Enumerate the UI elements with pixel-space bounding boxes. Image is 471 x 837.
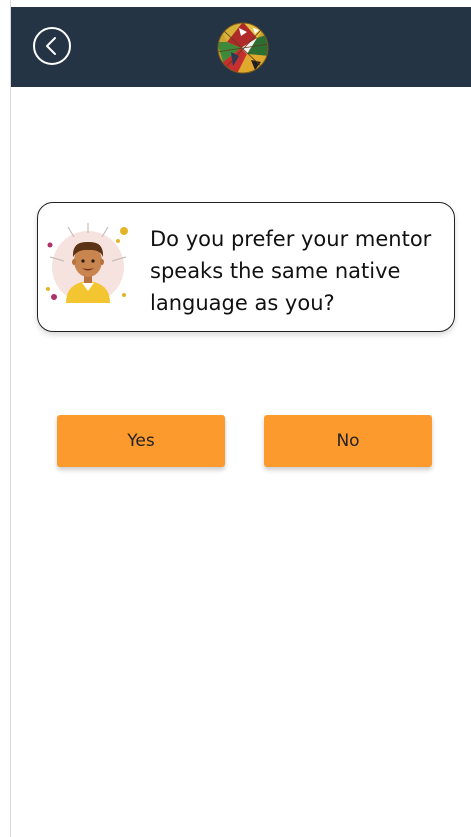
mentor-avatar-icon [46, 223, 128, 303]
back-button[interactable] [33, 27, 71, 65]
yes-button[interactable]: Yes [57, 415, 225, 467]
screen: Do you prefer your mentor speaks the sam… [10, 0, 471, 837]
question-card: Do you prefer your mentor speaks the sam… [37, 202, 455, 332]
no-button[interactable]: No [264, 415, 432, 467]
question-text: Do you prefer your mentor speaks the sam… [150, 227, 432, 315]
app-header [11, 7, 471, 87]
globe-logo-icon [217, 22, 269, 74]
chevron-left-icon [46, 37, 56, 55]
